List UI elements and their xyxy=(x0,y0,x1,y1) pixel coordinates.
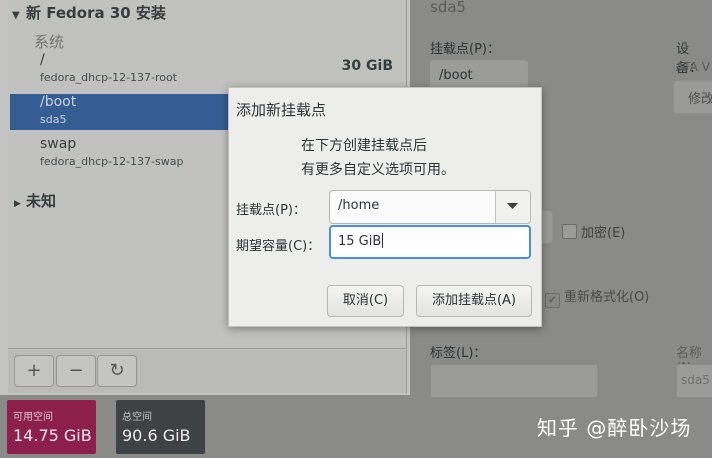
total-space-label: 总空间 xyxy=(122,412,152,423)
watermark-text: 知乎 @醉卧沙场 xyxy=(537,416,692,440)
details-label-label: 标签(L)： xyxy=(430,346,487,361)
details-name-value: sda5 xyxy=(681,373,710,387)
reformat-label: 重新格式化(O) xyxy=(564,290,650,305)
mount-point-value[interactable]: /home xyxy=(338,198,379,213)
available-space-label: 可用空间 xyxy=(13,412,53,423)
text-caret xyxy=(382,233,384,248)
available-space-box: 可用空间 14.75 GiB xyxy=(7,400,96,454)
desired-capacity-value: 15 GiB xyxy=(338,233,384,249)
dialog-title: 添加新挂载点 xyxy=(236,101,327,119)
details-name-input[interactable]: sda5 xyxy=(676,364,712,398)
details-partition-title: sda5 xyxy=(430,0,467,16)
details-mount-point-label: 挂载点(P)： xyxy=(430,42,500,57)
mount-point-label: 挂载点(P)： xyxy=(236,203,306,218)
details-device-value: ATA V xyxy=(676,60,710,74)
desired-capacity-input[interactable]: 15 GiB xyxy=(329,225,531,259)
dialog-message-line2: 有更多自定义选项可用。 xyxy=(301,162,455,178)
modify-label: 修改 xyxy=(688,92,712,107)
chevron-down-icon xyxy=(507,203,518,209)
total-space-box: 总空间 90.6 GiB xyxy=(116,400,205,454)
checkmark-icon: ✔ xyxy=(545,293,560,308)
dialog-message: 在下方创建挂载点后 有更多自定义选项可用。 xyxy=(301,134,455,182)
dialog-message-line1: 在下方创建挂载点后 xyxy=(301,138,427,154)
mount-point-dropdown-button[interactable] xyxy=(495,191,530,223)
checkbox-box xyxy=(562,224,577,239)
mount-point-combo[interactable]: /home xyxy=(329,190,531,224)
encrypt-checkbox[interactable]: 加密(E) xyxy=(562,222,625,241)
total-space-value: 90.6 GiB xyxy=(122,426,191,445)
cancel-button[interactable]: 取消(C) xyxy=(327,285,404,317)
encrypt-label: 加密(E) xyxy=(581,226,626,241)
available-space-value: 14.75 GiB xyxy=(13,426,92,445)
details-mount-point-value: /boot xyxy=(439,68,473,83)
capacity-text: 15 GiB xyxy=(338,234,382,249)
details-label-input[interactable] xyxy=(430,364,598,398)
add-mount-point-button[interactable]: 添加挂载点(A) xyxy=(416,285,532,317)
capacity-label: 期望容量(C)： xyxy=(236,239,321,254)
modify-device-button[interactable]: 修改 xyxy=(673,80,712,114)
add-mount-point-dialog: 添加新挂载点 在下方创建挂载点后 有更多自定义选项可用。 挂载点(P)： /ho… xyxy=(228,87,542,327)
reformat-checkbox[interactable]: ✔ 重新格式化(O) xyxy=(545,286,649,308)
